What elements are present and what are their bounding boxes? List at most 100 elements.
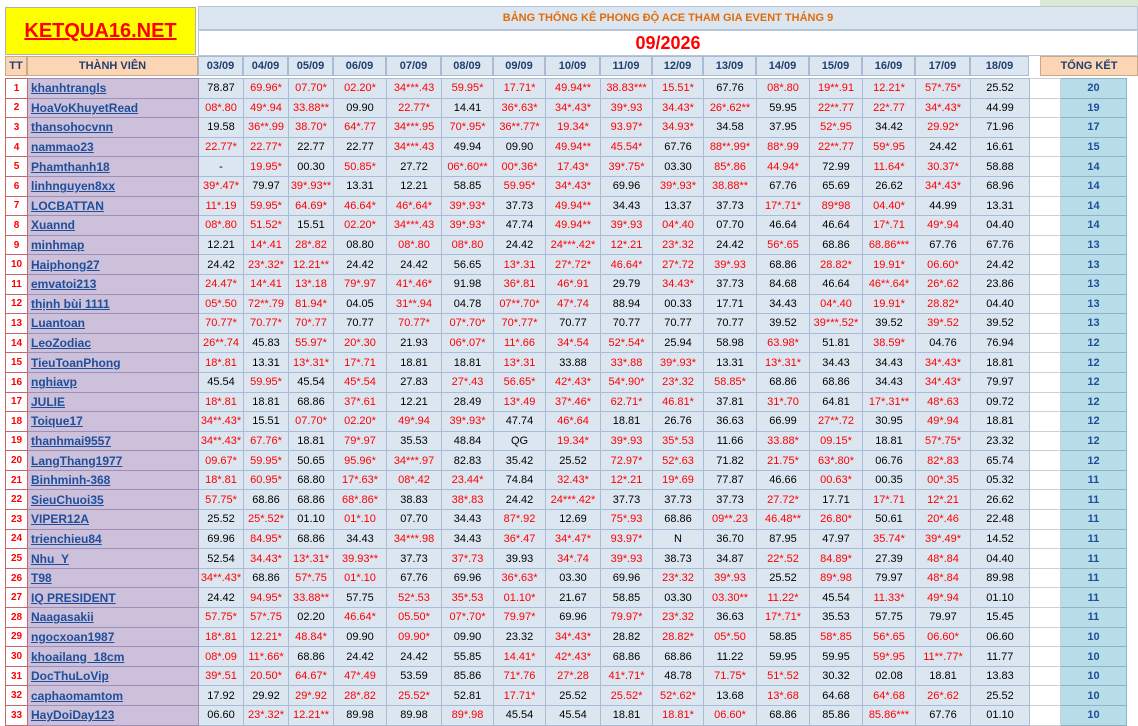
result-cell[interactable]: 37.73 (600, 489, 653, 511)
total-cell[interactable]: 11 (1060, 548, 1127, 569)
result-cell[interactable]: 17*.71 (333, 352, 387, 373)
result-cell[interactable]: 13*.68 (756, 685, 810, 706)
result-cell[interactable]: 25.94 (652, 332, 704, 354)
result-cell[interactable]: 12.69 (545, 509, 601, 530)
result-cell[interactable]: 26.80* (809, 509, 863, 530)
result-cell[interactable]: 00.33 (652, 293, 704, 315)
total-cell[interactable]: 10 (1060, 705, 1127, 726)
result-cell[interactable]: 47*.49 (333, 665, 387, 687)
result-cell[interactable]: 22.77* (198, 136, 244, 158)
total-cell[interactable]: 10 (1060, 646, 1127, 667)
result-cell[interactable]: 34*.43* (545, 175, 601, 197)
result-cell[interactable]: 08*.42 (386, 469, 442, 491)
result-cell[interactable]: 23.86 (970, 273, 1030, 295)
result-cell[interactable]: 11*.19 (198, 195, 244, 217)
result-cell[interactable]: 08.80 (333, 234, 387, 256)
result-cell[interactable]: 59.95* (243, 195, 289, 217)
result-cell[interactable]: 34**.43* (198, 567, 244, 589)
result-cell[interactable]: 78.87 (198, 78, 244, 99)
total-cell[interactable]: 13 (1060, 234, 1127, 256)
result-cell[interactable]: 36**.99 (243, 117, 289, 138)
result-cell[interactable]: 70.77 (600, 313, 653, 334)
result-cell[interactable]: 19.91* (862, 293, 916, 315)
result-cell[interactable]: 59.95* (243, 450, 289, 471)
result-cell[interactable]: 68.86 (652, 646, 704, 667)
result-cell[interactable]: 79.97 (970, 371, 1030, 393)
result-cell[interactable]: 00*.35 (915, 469, 971, 491)
result-cell[interactable]: 58.85 (441, 175, 494, 197)
result-cell[interactable]: 01.10* (493, 587, 546, 609)
result-cell[interactable]: 25.52 (756, 567, 810, 589)
member-name-link[interactable]: ngocxoan1987 (27, 626, 199, 648)
result-cell[interactable]: 37.95 (756, 117, 810, 138)
result-cell[interactable]: 49*.94 (915, 587, 971, 609)
result-cell[interactable]: 27*.72 (652, 254, 704, 275)
result-cell[interactable]: 47.97 (809, 528, 863, 550)
result-cell[interactable]: 51*.52 (756, 665, 810, 687)
result-cell[interactable]: 04.40 (970, 215, 1030, 236)
result-cell[interactable]: 35*.53 (652, 430, 704, 452)
result-cell[interactable]: 68.86 (809, 371, 863, 393)
result-cell[interactable]: 23*.32* (243, 705, 289, 726)
result-cell[interactable]: QG (493, 430, 546, 452)
member-name-link[interactable]: khanhtrangls (27, 78, 199, 99)
result-cell[interactable]: 45.54 (493, 705, 546, 726)
result-cell[interactable]: 41*.46* (386, 273, 442, 295)
result-cell[interactable]: 07.70 (386, 509, 442, 530)
result-cell[interactable]: 23*.32 (652, 607, 704, 628)
result-cell[interactable]: 24.42 (970, 254, 1030, 275)
result-cell[interactable]: 30.37* (915, 156, 971, 177)
result-cell[interactable]: 34*.43* (545, 97, 601, 119)
result-cell[interactable]: 69.96 (441, 567, 494, 589)
result-cell[interactable]: 07**.70* (493, 293, 546, 315)
result-cell[interactable]: 22.77* (243, 136, 289, 158)
result-cell[interactable]: 38.83*** (600, 78, 653, 99)
result-cell[interactable]: 24.42 (198, 254, 244, 275)
total-cell[interactable]: 19 (1060, 97, 1127, 119)
result-cell[interactable]: 30.32 (809, 665, 863, 687)
result-cell[interactable]: 79.97 (862, 567, 916, 589)
result-cell[interactable]: 71*.76 (493, 665, 546, 687)
result-cell[interactable]: 07*.70* (441, 607, 494, 628)
result-cell[interactable]: 20*.46 (915, 509, 971, 530)
result-cell[interactable]: 06.60* (915, 626, 971, 648)
result-cell[interactable]: 17*.71* (756, 195, 810, 217)
result-cell[interactable]: 59.95 (756, 646, 810, 667)
result-cell[interactable]: 28.82* (809, 254, 863, 275)
result-cell[interactable]: 11.33* (862, 587, 916, 609)
result-cell[interactable]: 11.22* (756, 587, 810, 609)
result-cell[interactable]: 81.94* (288, 293, 334, 315)
result-cell[interactable]: 19.34* (545, 117, 601, 138)
member-name-link[interactable]: thịnh bùi 1111 (27, 293, 199, 315)
result-cell[interactable]: 12*.21 (600, 469, 653, 491)
member-name-link[interactable]: LeoZodiac (27, 332, 199, 354)
result-cell[interactable]: 34.43* (652, 97, 704, 119)
result-cell[interactable]: 57*.75 (243, 607, 289, 628)
result-cell[interactable]: 88**.99* (703, 136, 757, 158)
result-cell[interactable]: 09.90 (333, 626, 387, 648)
result-cell[interactable]: 25.52 (970, 78, 1030, 99)
result-cell[interactable]: 68.86 (288, 391, 334, 413)
result-cell[interactable]: 25.52 (545, 450, 601, 471)
result-cell[interactable]: 28.49 (441, 391, 494, 413)
result-cell[interactable]: 18.81 (915, 665, 971, 687)
total-cell[interactable]: 14 (1060, 195, 1127, 217)
result-cell[interactable]: 79.97 (243, 175, 289, 197)
result-cell[interactable]: 09.90 (333, 97, 387, 119)
result-cell[interactable]: 46.64 (756, 215, 810, 236)
result-cell[interactable]: 01.10 (970, 705, 1030, 726)
result-cell[interactable]: 48.78 (652, 665, 704, 687)
result-cell[interactable]: 39*.93** (288, 175, 334, 197)
result-cell[interactable]: 72.97* (600, 450, 653, 471)
result-cell[interactable]: 09.15* (809, 430, 863, 452)
result-cell[interactable]: 25.52* (386, 685, 442, 706)
result-cell[interactable]: 36.63 (703, 411, 757, 432)
result-cell[interactable]: 62.71* (600, 391, 653, 413)
result-cell[interactable]: 04*.40 (809, 293, 863, 315)
result-cell[interactable]: 24.42 (333, 646, 387, 667)
result-cell[interactable]: 57*.75 (288, 567, 334, 589)
result-cell[interactable]: 48*.63 (915, 391, 971, 413)
result-cell[interactable]: 34.87 (703, 548, 757, 569)
result-cell[interactable]: 46.64* (333, 607, 387, 628)
total-cell[interactable]: 12 (1060, 391, 1127, 413)
